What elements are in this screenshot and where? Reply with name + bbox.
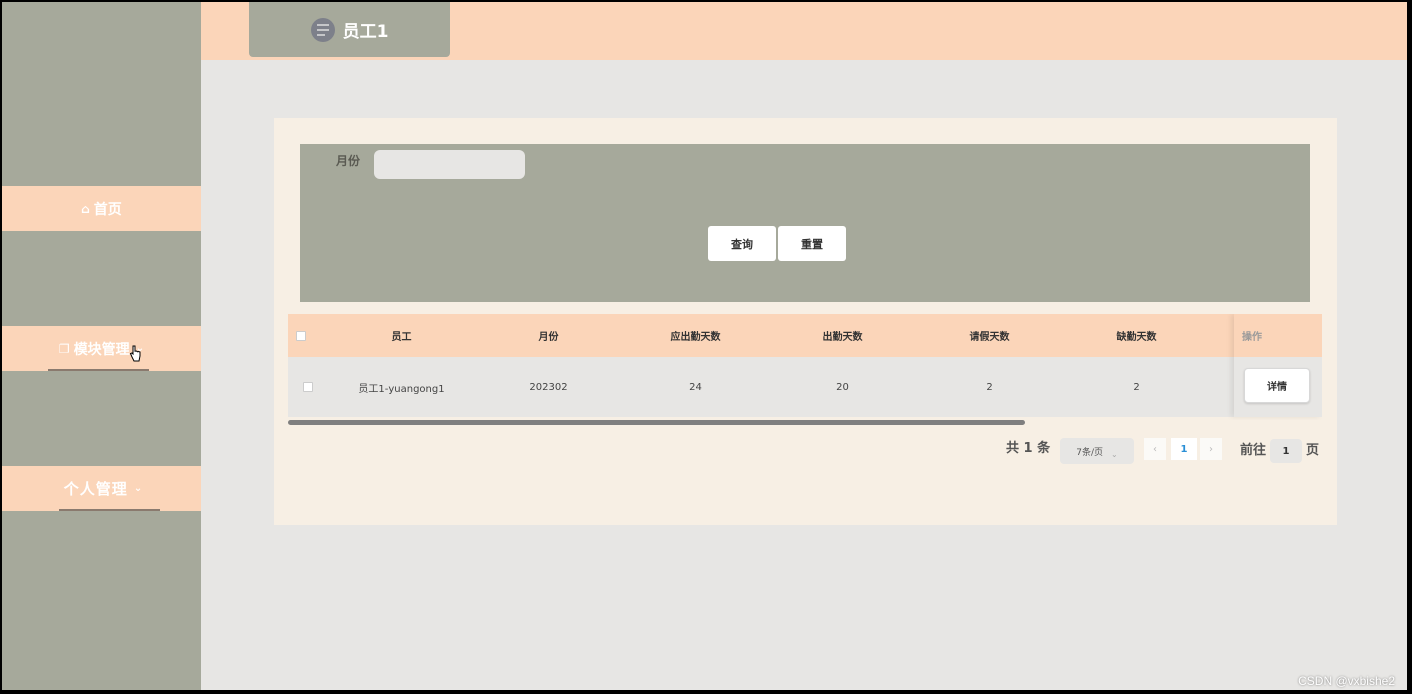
scrollbar-thumb[interactable] xyxy=(288,420,1025,425)
row-checkbox[interactable] xyxy=(303,357,313,417)
action-cell: 详情 xyxy=(1234,357,1322,417)
sidebar: ⌂ 首页 ❐ 模块管理 ⌄ 个人管理 ⌄ xyxy=(2,2,201,690)
chevron-left-icon: ‹ xyxy=(1153,443,1157,455)
page-size-value: 7条/页 xyxy=(1076,447,1104,458)
page-suffix: 页 xyxy=(1306,443,1320,458)
page-title: 员工1 xyxy=(342,22,389,42)
watermark: CSDN @vxbishe2 xyxy=(1298,674,1395,688)
attendance-table: 员工 月份 应出勤天数 出勤天数 请假天数 缺勤天数 员工1-yuangong1… xyxy=(288,314,1322,420)
hand-cursor-icon xyxy=(129,345,141,362)
table-header: 员工 月份 应出勤天数 出勤天数 请假天数 缺勤天数 xyxy=(288,314,1322,357)
sidebar-item-label: 个人管理 xyxy=(63,480,128,498)
column-header[interactable]: 出勤天数 xyxy=(769,314,916,357)
sidebar-item-home[interactable]: ⌂ 首页 xyxy=(2,186,201,231)
goto-page-input[interactable] xyxy=(1270,439,1302,463)
page-size-select[interactable]: 7条/页 ⌄ xyxy=(1060,438,1134,464)
home-icon: ⌂ xyxy=(81,201,90,216)
active-underline xyxy=(48,369,149,371)
active-underline xyxy=(59,509,160,511)
chevron-down-icon: ⌄ xyxy=(1111,449,1118,459)
prev-page-button[interactable]: ‹ xyxy=(1144,438,1166,460)
cell-absent-days: 2 xyxy=(1133,381,1140,393)
column-header[interactable]: 月份 xyxy=(475,314,622,357)
copy-icon: ❐ xyxy=(58,341,70,356)
horizontal-scrollbar[interactable] xyxy=(288,420,1322,425)
sidebar-item-label: 首页 xyxy=(93,201,122,218)
detail-button[interactable]: 详情 xyxy=(1244,368,1310,403)
select-all-checkbox[interactable] xyxy=(296,314,306,357)
cell-attended-days: 20 xyxy=(836,381,849,393)
content-card: 月份 查询 重置 员工 月份 应出勤天数 出勤天数 请假天数 缺勤天数 员工1-… xyxy=(274,118,1337,525)
column-header[interactable]: 请假天数 xyxy=(916,314,1063,357)
chevron-right-icon: › xyxy=(1209,443,1213,455)
sidebar-item-personal-management[interactable]: 个人管理 ⌄ xyxy=(2,466,201,511)
sidebar-item-label: 模块管理 xyxy=(73,341,130,358)
cell-leave-days: 2 xyxy=(986,381,993,393)
month-input[interactable] xyxy=(374,150,525,179)
table-row: 员工1-yuangong1 202302 24 20 2 2 xyxy=(288,357,1322,417)
column-header[interactable]: 员工 xyxy=(328,314,475,357)
cell-employee: 员工1-yuangong1 xyxy=(358,383,445,395)
query-button[interactable]: 查询 xyxy=(708,226,776,261)
cell-due-days: 24 xyxy=(689,381,702,393)
page-title-tab: 员工1 xyxy=(249,2,450,57)
sidebar-item-module-management[interactable]: ❐ 模块管理 ⌄ xyxy=(2,326,201,371)
month-label: 月份 xyxy=(336,154,361,168)
column-header[interactable]: 应出勤天数 xyxy=(622,314,769,357)
top-header: 员工1 xyxy=(201,2,1407,60)
page-number-button[interactable]: 1 xyxy=(1171,438,1197,460)
cell-month: 202302 xyxy=(529,381,568,393)
pagination-total: 共 1 条 xyxy=(1006,441,1051,456)
action-column: 操作 详情 xyxy=(1234,314,1322,417)
app-frame: ⌂ 首页 ❐ 模块管理 ⌄ 个人管理 ⌄ 员工1 月份 查询 重置 员工 月份 … xyxy=(2,2,1407,690)
column-header: 操作 xyxy=(1234,314,1322,357)
goto-label: 前往 xyxy=(1240,443,1267,458)
reset-button[interactable]: 重置 xyxy=(778,226,846,261)
menu-list-icon xyxy=(310,17,335,42)
search-panel: 月份 查询 重置 xyxy=(300,144,1310,302)
chevron-down-icon: ⌄ xyxy=(133,483,144,494)
column-header[interactable]: 缺勤天数 xyxy=(1063,314,1210,357)
next-page-button[interactable]: › xyxy=(1200,438,1222,460)
